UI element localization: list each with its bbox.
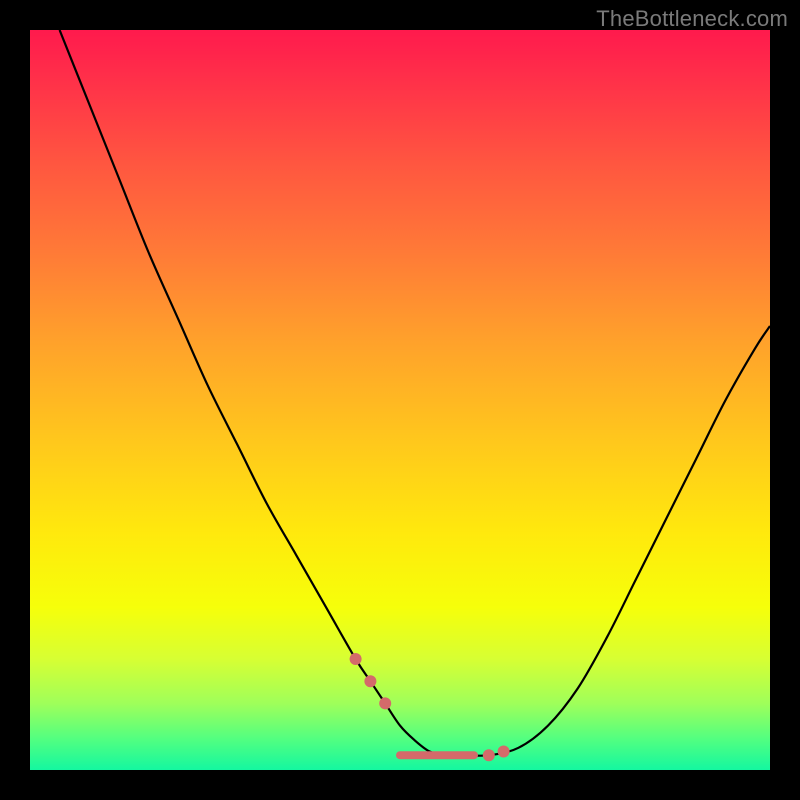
curve-markers: [350, 653, 510, 761]
bottleneck-curve: [60, 30, 770, 756]
curve-marker: [483, 749, 495, 761]
watermark-label: TheBottleneck.com: [596, 6, 788, 32]
curve-marker: [498, 746, 510, 758]
curve-marker: [350, 653, 362, 665]
curve-svg: [30, 30, 770, 770]
plot-area: [30, 30, 770, 770]
chart-frame: TheBottleneck.com: [0, 0, 800, 800]
curve-marker: [364, 675, 376, 687]
curve-marker: [379, 697, 391, 709]
